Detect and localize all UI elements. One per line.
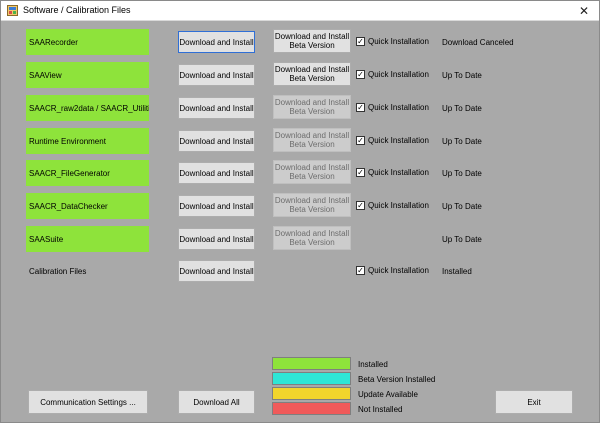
status-text: Download Canceled (442, 37, 514, 47)
checkbox-checked-icon: ✓ (356, 135, 365, 145)
quick-installation-checkbox[interactable]: ✓ Quick Installation (356, 36, 429, 47)
beta-button-line2: Beta Version (289, 238, 335, 247)
quick-installation-label: Quick Installation (368, 136, 429, 145)
checkbox-checked-icon: ✓ (356, 265, 365, 275)
checkbox-checked-icon: ✓ (356, 36, 365, 46)
software-name: SAASuite (26, 226, 149, 252)
close-icon: ✕ (578, 3, 590, 18)
quick-installation-checkbox[interactable]: ✓ Quick Installation (356, 69, 429, 80)
beta-button-line1: Download and Install (274, 229, 350, 238)
status-text: Up To Date (442, 70, 482, 80)
quick-installation-label: Quick Installation (368, 266, 429, 275)
legend-swatch-update (272, 387, 351, 400)
download-install-beta-button: Download and Install Beta Version (273, 226, 351, 250)
quick-installation-label: Quick Installation (368, 168, 429, 177)
quick-installation-label: Quick Installation (368, 103, 429, 112)
quick-installation-checkbox[interactable]: ✓ Quick Installation (356, 265, 429, 276)
status-text: Up To Date (442, 103, 482, 113)
beta-button-line2: Beta Version (289, 205, 335, 214)
software-name: SAAView (26, 62, 149, 88)
software-row-saacr-datachecker: SAACR_DataChecker Download and Install D… (1, 193, 599, 219)
download-install-beta-button: Download and Install Beta Version (273, 160, 351, 184)
window-title: Software / Calibration Files (23, 5, 131, 15)
legend-swatch-not-installed (272, 402, 351, 415)
download-install-button[interactable]: Download and Install (178, 31, 255, 53)
software-name: Runtime Environment (26, 128, 149, 154)
quick-installation-checkbox[interactable]: ✓ Quick Installation (356, 135, 429, 146)
download-install-button[interactable]: Download and Install (178, 130, 255, 152)
software-row-saacr-filegenerator: SAACR_FileGenerator Download and Install… (1, 160, 599, 186)
beta-button-line2: Beta Version (289, 74, 335, 83)
download-install-button[interactable]: Download and Install (178, 260, 255, 282)
beta-button-line1: Download and Install (274, 65, 350, 74)
status-text: Up To Date (442, 234, 482, 244)
app-icon (7, 5, 18, 16)
checkbox-checked-icon: ✓ (356, 69, 365, 79)
download-install-button[interactable]: Download and Install (178, 162, 255, 184)
quick-installation-checkbox[interactable]: ✓ Quick Installation (356, 167, 429, 178)
download-install-button[interactable]: Download and Install (178, 195, 255, 217)
status-text: Up To Date (442, 201, 482, 211)
quick-installation-checkbox[interactable]: ✓ Quick Installation (356, 200, 429, 211)
download-install-button[interactable]: Download and Install (178, 97, 255, 119)
software-row-saaview: SAAView Download and Install Download an… (1, 62, 599, 88)
download-all-button[interactable]: Download All (178, 390, 255, 414)
legend-label: Not Installed (358, 405, 403, 414)
software-name: SAARecorder (26, 29, 149, 55)
legend-swatch-installed (272, 357, 351, 370)
beta-button-line1: Download and Install (274, 98, 350, 107)
legend-label: Update Available (358, 390, 418, 399)
communication-settings-button[interactable]: Communication Settings ... (28, 390, 148, 414)
software-calibration-window: Software / Calibration Files ✕ SAARecord… (0, 0, 600, 423)
software-name: Calibration Files (29, 266, 87, 276)
beta-button-line1: Download and Install (274, 32, 350, 41)
software-name: SAACR_raw2data / SAACR_Utilities (26, 95, 149, 121)
title-bar: Software / Calibration Files ✕ (1, 1, 599, 21)
quick-installation-label: Quick Installation (368, 37, 429, 46)
status-text: Up To Date (442, 136, 482, 146)
software-row-calibration-files: Calibration Files Download and Install ✓… (1, 258, 599, 284)
beta-button-line1: Download and Install (274, 131, 350, 140)
download-install-beta-button[interactable]: Download and Install Beta Version (273, 29, 351, 53)
software-name: SAACR_FileGenerator (26, 160, 149, 186)
software-row-saacr-raw2data: SAACR_raw2data / SAACR_Utilities Downloa… (1, 95, 599, 121)
legend-label: Beta Version Installed (358, 375, 436, 384)
beta-button-line2: Beta Version (289, 41, 335, 50)
close-button[interactable]: ✕ (569, 1, 599, 20)
quick-installation-label: Quick Installation (368, 201, 429, 210)
download-install-beta-button: Download and Install Beta Version (273, 193, 351, 217)
software-name: SAACR_DataChecker (26, 193, 149, 219)
quick-installation-label: Quick Installation (368, 70, 429, 79)
beta-button-line2: Beta Version (289, 107, 335, 116)
beta-button-line1: Download and Install (274, 196, 350, 205)
beta-button-line2: Beta Version (289, 172, 335, 181)
download-install-button[interactable]: Download and Install (178, 228, 255, 250)
exit-button[interactable]: Exit (495, 390, 573, 414)
checkbox-checked-icon: ✓ (356, 102, 365, 112)
download-install-beta-button: Download and Install Beta Version (273, 95, 351, 119)
download-install-beta-button[interactable]: Download and Install Beta Version (273, 62, 351, 86)
beta-button-line2: Beta Version (289, 140, 335, 149)
software-row-runtime-environment: Runtime Environment Download and Install… (1, 128, 599, 154)
quick-installation-checkbox[interactable]: ✓ Quick Installation (356, 102, 429, 113)
software-row-saarecorder: SAARecorder Download and Install Downloa… (1, 29, 599, 55)
legend-swatch-beta (272, 372, 351, 385)
download-install-button[interactable]: Download and Install (178, 64, 255, 86)
checkbox-checked-icon: ✓ (356, 167, 365, 177)
status-text: Installed (442, 266, 472, 276)
software-row-saasuite: SAASuite Download and Install Download a… (1, 226, 599, 252)
legend-label: Installed (358, 360, 388, 369)
checkbox-checked-icon: ✓ (356, 200, 365, 210)
beta-button-line1: Download and Install (274, 163, 350, 172)
download-install-beta-button: Download and Install Beta Version (273, 128, 351, 152)
status-text: Up To Date (442, 168, 482, 178)
